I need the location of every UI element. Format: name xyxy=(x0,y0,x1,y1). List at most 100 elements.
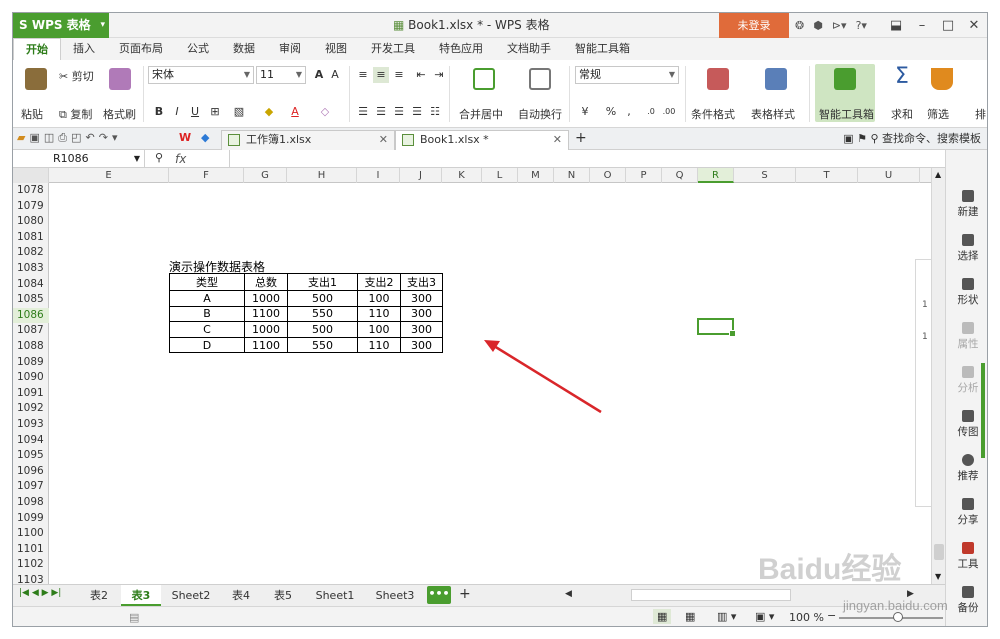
table-style-button[interactable]: 表格样式 xyxy=(751,106,795,122)
restore-window-icon[interactable]: ⬓ xyxy=(883,13,909,38)
layout-icon[interactable]: ▣ xyxy=(843,132,857,145)
row-header[interactable]: 1079 xyxy=(13,199,49,215)
cut-button[interactable]: ✂ 剪切 xyxy=(59,68,94,84)
active-cell-cursor[interactable] xyxy=(697,318,736,337)
table-cell[interactable]: 500 xyxy=(287,321,358,338)
row-header[interactable]: 1091 xyxy=(13,386,49,402)
vertical-scroll-thumb[interactable] xyxy=(934,544,944,560)
table-cell[interactable]: A xyxy=(169,290,245,307)
zoom-out-button[interactable]: − xyxy=(827,609,836,622)
fx-icon[interactable]: fx xyxy=(175,150,186,168)
column-header[interactable]: I xyxy=(357,168,400,183)
cell-style-icon[interactable]: ▧ xyxy=(231,104,247,120)
conditional-format-button[interactable]: 条件格式 xyxy=(691,106,735,122)
column-header[interactable]: T xyxy=(796,168,858,183)
column-header[interactable]: H xyxy=(287,168,357,183)
column-header[interactable]: Q xyxy=(662,168,698,183)
table-cell[interactable]: B xyxy=(169,305,245,323)
justify-icon[interactable]: ☰ xyxy=(409,104,425,120)
column-header[interactable]: P xyxy=(626,168,662,183)
table-cell[interactable]: 300 xyxy=(400,305,443,323)
row-header[interactable]: 1100 xyxy=(13,526,49,542)
sort-button[interactable]: 排 xyxy=(975,106,986,122)
table-cell[interactable]: C xyxy=(169,321,245,338)
increase-decimal-icon[interactable]: .0 xyxy=(643,104,659,120)
name-box[interactable]: R1086 ▼ xyxy=(13,150,145,168)
zoom-level[interactable]: 100 % xyxy=(789,607,824,626)
table-header-cell[interactable]: 支出1 xyxy=(287,273,358,291)
tab-doc-assistant[interactable]: 文档助手 xyxy=(495,38,563,60)
table-header-cell[interactable]: 类型 xyxy=(169,273,245,291)
table-cell[interactable]: 1100 xyxy=(244,305,288,323)
row-header[interactable]: 1089 xyxy=(13,355,49,371)
scroll-up-icon[interactable]: ▲ xyxy=(935,170,941,179)
formula-input[interactable] xyxy=(229,150,987,168)
export-pdf-icon[interactable]: ◫ xyxy=(44,131,58,144)
page-break-view-icon[interactable]: ▦ xyxy=(685,610,695,623)
feedback-icon[interactable]: ⬢ xyxy=(813,19,823,32)
skin-icon[interactable]: ❂ xyxy=(795,19,804,32)
print-preview-icon[interactable]: ◰ xyxy=(71,131,85,144)
sheet-nav-arrows[interactable]: |◀ ◀ ▶ ▶| xyxy=(19,588,61,598)
redo-icon[interactable]: ↷ xyxy=(99,131,112,144)
table-cell[interactable]: 500 xyxy=(287,290,358,307)
properties-button[interactable]: 属性 xyxy=(946,322,987,351)
recommend-button[interactable]: 推荐 xyxy=(946,454,987,483)
paste-icon[interactable] xyxy=(25,68,47,90)
row-header[interactable]: 1099 xyxy=(13,511,49,527)
align-bottom-icon[interactable]: ≡ xyxy=(391,67,407,83)
column-header[interactable]: L xyxy=(482,168,518,183)
bold-button[interactable]: B xyxy=(151,104,167,120)
underline-button[interactable]: U xyxy=(187,104,203,120)
cube-icon[interactable]: ◆ xyxy=(201,131,209,144)
zoom-slider-knob[interactable] xyxy=(893,612,903,622)
distributed-icon[interactable]: ☷ xyxy=(427,104,443,120)
column-header[interactable]: J xyxy=(400,168,442,183)
row-header[interactable]: 1081 xyxy=(13,230,49,246)
tab-review[interactable]: 审阅 xyxy=(267,38,313,60)
tab-formulas[interactable]: 公式 xyxy=(175,38,221,60)
paste-button[interactable]: 粘贴 xyxy=(21,106,43,122)
maximize-button[interactable]: □ xyxy=(935,13,961,38)
backup-button[interactable]: 备份 xyxy=(946,586,987,615)
table-header-cell[interactable]: 支出2 xyxy=(357,273,401,291)
font-color-icon[interactable]: A xyxy=(287,104,303,120)
sheet-tab[interactable]: Sheet2 xyxy=(165,585,217,606)
row-header[interactable]: 1084 xyxy=(13,277,49,293)
increase-font-icon[interactable]: A xyxy=(311,67,327,83)
table-header-cell[interactable]: 总数 xyxy=(244,273,288,291)
row-header[interactable]: 1094 xyxy=(13,433,49,449)
decrease-decimal-icon[interactable]: .00 xyxy=(661,104,677,120)
row-header[interactable]: 1103 xyxy=(13,573,49,584)
font-name-select[interactable]: 宋体 ▼ xyxy=(148,66,254,84)
status-layout-icon[interactable]: ▤ xyxy=(129,611,139,624)
tab-insert[interactable]: 插入 xyxy=(61,38,107,60)
flag-icon[interactable]: ⚑ xyxy=(857,132,870,145)
scroll-down-icon[interactable]: ▼ xyxy=(935,572,941,581)
merge-center-button[interactable]: 合并居中 xyxy=(459,106,503,122)
table-style-icon[interactable] xyxy=(765,68,787,90)
minimize-button[interactable]: – xyxy=(909,13,935,38)
copy-button[interactable]: ⧉ 复制 xyxy=(59,106,92,122)
border-icon[interactable]: ⊞ xyxy=(207,104,223,120)
page-layout-view-icon[interactable]: ▥ ▾ xyxy=(717,610,736,623)
sum-icon[interactable]: Σ xyxy=(895,64,909,89)
format-painter-icon[interactable] xyxy=(109,68,131,90)
table-cell[interactable]: 550 xyxy=(287,305,358,323)
row-header[interactable]: 1087 xyxy=(13,323,49,339)
column-header-selected[interactable]: R xyxy=(698,168,734,183)
undo-icon[interactable]: ↶ xyxy=(86,131,99,144)
align-left-icon[interactable]: ☰ xyxy=(355,104,371,120)
table-cell[interactable]: 300 xyxy=(400,290,443,307)
wrap-text-icon[interactable] xyxy=(529,68,551,90)
table-cell[interactable]: 1100 xyxy=(244,336,288,354)
sheet-tab[interactable]: 表2 xyxy=(81,585,117,606)
row-header-selected[interactable]: 1086 xyxy=(13,307,49,324)
tab-smart-toolbox[interactable]: 智能工具箱 xyxy=(563,38,642,60)
filter-button[interactable]: 筛选 xyxy=(927,106,949,122)
print-icon[interactable]: ⎙ xyxy=(58,131,71,144)
zoom-slider[interactable] xyxy=(839,612,943,622)
help-icon[interactable]: ?▾ xyxy=(856,19,867,32)
table-cell[interactable]: 300 xyxy=(400,321,443,338)
add-sheet-button[interactable]: + xyxy=(459,586,471,602)
